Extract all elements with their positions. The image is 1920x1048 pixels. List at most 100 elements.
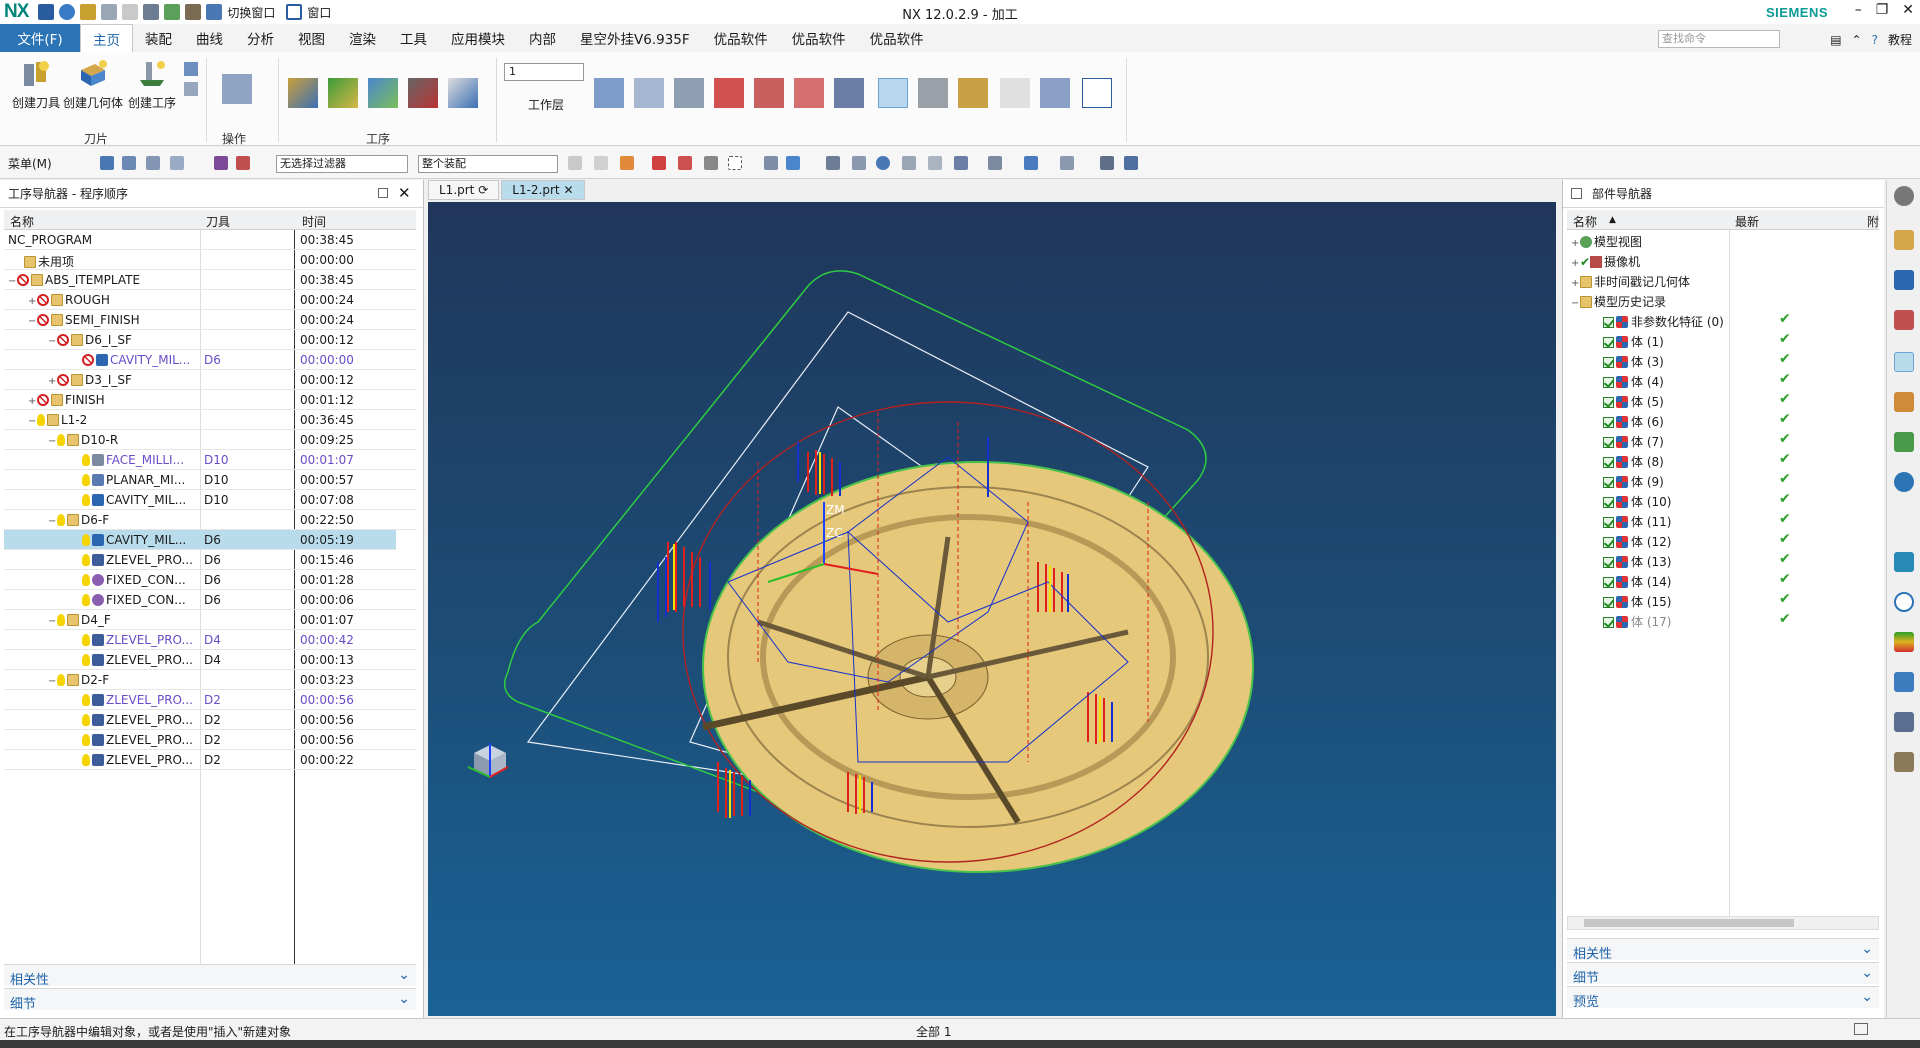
zoom-icon[interactable] [852, 156, 866, 170]
visibility-checkbox[interactable] [1603, 397, 1614, 408]
tree-row-feature[interactable]: 体 (3) ✔ [1567, 350, 1879, 370]
visibility-checkbox[interactable] [1603, 337, 1614, 348]
tree-row-rough[interactable]: + ROUGH 00:00:24 [4, 290, 416, 310]
rotate-icon[interactable] [876, 156, 890, 170]
tree-row-feature[interactable]: 体 (15) ✔ [1567, 590, 1879, 610]
tree-row-zlevel-d4-1[interactable]: ZLEVEL_PRO... D4 00:00:42 [4, 630, 416, 650]
layer-settings-icon[interactable] [594, 78, 624, 108]
tree-row-planar-mill[interactable]: PLANAR_MI... D10 00:00:57 [4, 470, 416, 490]
tab-l1-prt[interactable]: L1.prt ⟳ [428, 180, 500, 200]
expand-toggle[interactable]: + [28, 296, 37, 307]
tab-plugin[interactable]: 星空外挂V6.935F [568, 24, 702, 52]
col-latest[interactable]: 最新 [1735, 213, 1759, 230]
tree-row-cameras[interactable]: +✔ 摄像机 [1567, 250, 1879, 270]
snap-center-icon[interactable] [652, 156, 666, 170]
tree-row-d6-f[interactable]: − D6-F 00:22:50 [4, 510, 416, 530]
snap-mid-icon[interactable] [620, 156, 634, 170]
tree-row-feature[interactable]: 体 (1) ✔ [1567, 330, 1879, 350]
chevron-down-icon[interactable]: ⌄ [1861, 941, 1873, 957]
select-all-icon[interactable] [236, 156, 250, 170]
visibility-checkbox[interactable] [1603, 597, 1614, 608]
tutorial-button[interactable]: 教程 [1888, 31, 1912, 48]
snap-intersect-icon[interactable] [678, 156, 692, 170]
collapse-toggle[interactable]: − [48, 336, 57, 347]
snap-point-icon[interactable] [568, 156, 582, 170]
datum-csys-icon[interactable] [714, 78, 744, 108]
part-navigator-icon[interactable] [1894, 310, 1914, 330]
visibility-checkbox[interactable] [1603, 357, 1614, 368]
tree-row-zlevel-d4-2[interactable]: ZLEVEL_PRO... D4 00:00:13 [4, 650, 416, 670]
tree-row-feature[interactable]: 体 (6) ✔ [1567, 410, 1879, 430]
method-view-icon[interactable] [170, 156, 184, 170]
col-name[interactable]: 名称 [10, 213, 34, 230]
tree-row-feature[interactable]: 非参数化特征 (0) ✔ [1567, 310, 1879, 330]
expand-toggle[interactable]: + [1571, 278, 1580, 289]
work-layer-select[interactable]: 1 [504, 63, 584, 81]
wcs-dynamic-icon[interactable] [878, 78, 908, 108]
assembly-scope-select[interactable]: 整个装配 [418, 155, 558, 173]
role-icon[interactable] [1894, 432, 1914, 452]
measure-distance-icon[interactable] [918, 78, 948, 108]
tab-assembly[interactable]: 装配 [133, 24, 184, 52]
small-action-icon[interactable] [184, 62, 198, 76]
status-window-icon[interactable] [1854, 1023, 1868, 1035]
postprocess-icon[interactable] [408, 78, 438, 108]
tab-youpin-1[interactable]: 优品软件 [702, 24, 780, 52]
machine-tool-navigator-icon[interactable] [1894, 672, 1914, 692]
collapse-toggle[interactable]: − [1571, 298, 1580, 309]
related-section[interactable]: 相关性 ⌄ [4, 964, 416, 988]
arc-icon[interactable] [1000, 78, 1030, 108]
tree-row-semi-finish[interactable]: − SEMI_FINISH 00:00:24 [4, 310, 416, 330]
tree-row-feature[interactable]: 体 (14) ✔ [1567, 570, 1879, 590]
snap-quadrant-icon[interactable] [704, 156, 718, 170]
info-icon[interactable] [1082, 78, 1112, 108]
tree-row-feature[interactable]: 体 (5) ✔ [1567, 390, 1879, 410]
tree-row-zlevel-d2-2[interactable]: ZLEVEL_PRO... D2 00:00:56 [4, 710, 416, 730]
close-icon[interactable]: ✕ [1902, 2, 1914, 18]
process-icon[interactable] [1894, 752, 1914, 772]
tree-row-model-history[interactable]: − 模型历史记录 [1567, 290, 1879, 310]
tab-l1-2-prt[interactable]: L1-2.prt ✕ [501, 180, 585, 200]
menu-button[interactable]: 菜单(M) [8, 155, 52, 172]
tree-row-feature[interactable]: 体 (8) ✔ [1567, 450, 1879, 470]
tree-row-abs-itemplate[interactable]: − ABS_ITEMPLATE 00:38:45 [4, 270, 416, 290]
expand-toggle[interactable]: + [1571, 238, 1580, 249]
related-section[interactable]: 相关性 ⌄ [1567, 938, 1879, 962]
file-menu-button[interactable]: 文件(F) [0, 24, 80, 52]
tree-row-fixed-contour-1[interactable]: FIXED_CON... D6 00:01:28 [4, 570, 416, 590]
visibility-checkbox[interactable] [1603, 617, 1614, 628]
tree-row-finish[interactable]: + FINISH 00:01:12 [4, 390, 416, 410]
copy-to-layer-icon[interactable] [674, 78, 704, 108]
verify-toolpath-icon[interactable] [328, 78, 358, 108]
collapse-toggle[interactable]: − [28, 416, 37, 427]
close-tab-icon[interactable]: ✕ [563, 183, 573, 197]
collapse-toggle[interactable]: − [48, 516, 57, 527]
maximize-icon[interactable] [378, 188, 388, 198]
create-tool-button[interactable]: 创建刀具 [6, 58, 66, 111]
visibility-checkbox[interactable] [1603, 437, 1614, 448]
expand-toggle[interactable]: + [1571, 258, 1580, 269]
visibility-checkbox[interactable] [1603, 457, 1614, 468]
close-icon[interactable]: ✕ [398, 184, 411, 202]
restore-icon[interactable] [1571, 188, 1582, 199]
col-tool[interactable]: 刀具 [206, 213, 230, 230]
collapse-ribbon-icon[interactable]: ⌃ [1852, 33, 1862, 47]
restore-icon[interactable]: ❐ [1876, 2, 1889, 18]
tree-row-feature[interactable]: 体 (4) ✔ [1567, 370, 1879, 390]
assembly-navigator-icon[interactable] [1894, 230, 1914, 250]
section-view-icon[interactable] [1060, 156, 1074, 170]
camera-icon[interactable] [1100, 156, 1114, 170]
tree-row-feature[interactable]: 体 (12) ✔ [1567, 530, 1879, 550]
repeat-command-icon[interactable] [143, 4, 160, 20]
collapse-toggle[interactable]: − [48, 436, 57, 447]
visibility-checkbox[interactable] [1603, 317, 1614, 328]
cut-icon[interactable] [80, 4, 97, 20]
customize-icon[interactable] [185, 4, 202, 20]
visibility-checkbox[interactable] [1603, 377, 1614, 388]
tree-row-model-views[interactable]: + 模型视图 [1567, 230, 1879, 250]
tree-row-cavity-mill-d6-sf[interactable]: CAVITY_MIL... D6 00:00:00 [4, 350, 416, 370]
tab-view[interactable]: 视图 [286, 24, 337, 52]
details-section[interactable]: 细节 ⌄ [4, 988, 416, 1012]
tab-youpin-3[interactable]: 优品软件 [858, 24, 936, 52]
chevron-down-icon[interactable]: ⌄ [398, 967, 410, 983]
